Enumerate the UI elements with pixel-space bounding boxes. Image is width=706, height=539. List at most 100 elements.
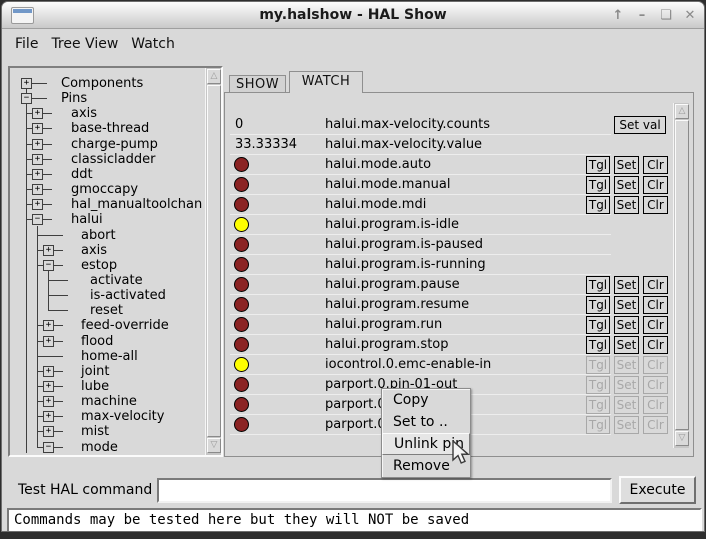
collapse-icon[interactable]: − <box>32 214 43 225</box>
tgl-button[interactable]: Tgl <box>586 176 610 194</box>
tgl-button[interactable]: Tgl <box>586 336 610 354</box>
tab-show[interactable]: SHOW <box>229 75 286 93</box>
tree-scrollbar-thumb[interactable] <box>207 85 221 437</box>
expand-icon[interactable]: + <box>32 139 43 150</box>
pin-name: halui.program.is-idle <box>325 215 459 235</box>
expand-icon[interactable]: + <box>43 366 54 377</box>
tree-item-abort[interactable]: abort <box>10 228 203 243</box>
clr-button[interactable]: Clr <box>643 176 668 194</box>
menu-file[interactable]: File <box>15 36 38 52</box>
set-val-button[interactable]: Set val <box>614 116 666 134</box>
minimize-button[interactable]: – <box>634 8 650 23</box>
menu-tree-view[interactable]: Tree View <box>51 36 118 52</box>
tree-item-classicladder[interactable]: +classicladder <box>10 152 203 167</box>
set-button[interactable]: Set <box>614 156 639 174</box>
watch-scrollbar-thumb[interactable] <box>675 120 689 430</box>
tree-item-components[interactable]: +Components <box>10 76 203 91</box>
expand-icon[interactable]: + <box>43 320 54 331</box>
set-button[interactable]: Set <box>614 316 639 334</box>
shade-button[interactable]: ↑ <box>610 8 626 23</box>
tree-item-home-all[interactable]: home-all <box>10 349 203 364</box>
collapse-icon[interactable]: − <box>43 442 54 453</box>
titlebar[interactable]: my.halshow - HAL Show ↑–❏✕ <box>2 2 704 29</box>
led-indicator-red <box>234 277 249 292</box>
tree-item-lube[interactable]: +lube <box>10 379 203 394</box>
menu-watch[interactable]: Watch <box>131 36 175 52</box>
clr-button[interactable]: Clr <box>643 296 668 314</box>
tree-item-base-thread[interactable]: +base-thread <box>10 121 203 136</box>
watch-row: halui.mode.manualTglSetClr <box>230 175 675 195</box>
expand-icon[interactable]: + <box>32 199 43 210</box>
tree-item-ddt[interactable]: +ddt <box>10 167 203 182</box>
tree-scrollbar[interactable]: △ ▽ <box>205 68 221 455</box>
tree-item-hal_manualtoolchan[interactable]: +hal_manualtoolchan <box>10 197 203 212</box>
led-indicator-red <box>234 337 249 352</box>
clr-button[interactable]: Clr <box>643 196 668 214</box>
expand-icon[interactable]: + <box>43 336 54 347</box>
tree-item-label: halui <box>71 213 103 227</box>
expand-icon[interactable]: + <box>32 108 43 119</box>
tgl-button[interactable]: Tgl <box>586 276 610 294</box>
tab-watch[interactable]: WATCH <box>289 71 363 93</box>
execute-button[interactable]: Execute <box>619 476 696 504</box>
set-button[interactable]: Set <box>614 196 639 214</box>
tree-item-flood[interactable]: +flood <box>10 334 203 349</box>
clr-button[interactable]: Clr <box>643 316 668 334</box>
expand-icon[interactable]: + <box>43 245 54 256</box>
tree-item-mist[interactable]: +mist <box>10 424 203 439</box>
scroll-down-icon[interactable]: ▽ <box>207 438 221 453</box>
tree-item-machine[interactable]: +machine <box>10 394 203 409</box>
expand-icon[interactable]: + <box>32 169 43 180</box>
tree-item-feed-override[interactable]: +feed-override <box>10 318 203 333</box>
context-menu-item-set-to[interactable]: Set to .. <box>382 411 470 433</box>
scroll-up-icon[interactable]: △ <box>675 104 689 119</box>
tree-connector <box>37 235 63 236</box>
tree-item-halui[interactable]: − halui <box>10 212 203 227</box>
set-button[interactable]: Set <box>614 336 639 354</box>
tree-item-label: reset <box>90 304 123 318</box>
tgl-button[interactable]: Tgl <box>586 316 610 334</box>
tree-item-is-activated[interactable]: is-activated <box>10 288 203 303</box>
context-menu-item-copy[interactable]: Copy <box>382 389 470 411</box>
expand-icon[interactable]: + <box>32 154 43 165</box>
expand-icon[interactable]: + <box>43 396 54 407</box>
tgl-button[interactable]: Tgl <box>586 196 610 214</box>
hal-command-input[interactable] <box>157 478 612 503</box>
tree-item-max-velocity[interactable]: +max-velocity <box>10 409 203 424</box>
scroll-down-icon[interactable]: ▽ <box>675 431 689 446</box>
tgl-button[interactable]: Tgl <box>586 156 610 174</box>
tree-item-gmoccapy[interactable]: +gmoccapy <box>10 182 203 197</box>
scroll-up-icon[interactable]: △ <box>207 69 221 84</box>
close-button[interactable]: ✕ <box>682 8 698 23</box>
tree-item-pins[interactable]: −Pins <box>10 91 203 106</box>
clr-button[interactable]: Clr <box>643 336 668 354</box>
tree-item-activate[interactable]: activate <box>10 273 203 288</box>
expand-icon[interactable]: + <box>32 184 43 195</box>
tree-item-charge-pump[interactable]: +charge-pump <box>10 137 203 152</box>
watch-scrollbar[interactable]: △ ▽ <box>673 103 689 448</box>
clr-button[interactable]: Clr <box>643 156 668 174</box>
expand-icon[interactable]: + <box>43 426 54 437</box>
set-button[interactable]: Set <box>614 276 639 294</box>
expand-icon[interactable]: + <box>43 381 54 392</box>
expand-icon[interactable]: + <box>43 411 54 422</box>
set-button[interactable]: Set <box>614 176 639 194</box>
set-button[interactable]: Set <box>614 296 639 314</box>
tree-item-label: abort <box>81 229 116 243</box>
maximize-button[interactable]: ❏ <box>658 8 674 23</box>
collapse-icon[interactable]: − <box>43 260 54 271</box>
tree-item-joint[interactable]: +joint <box>10 364 203 379</box>
tree-item-axis[interactable]: +axis <box>10 243 203 258</box>
tree-item-mode[interactable]: −mode <box>10 440 203 455</box>
tree-item-axis[interactable]: +axis <box>10 106 203 121</box>
tgl-button: Tgl <box>586 416 610 434</box>
tgl-button[interactable]: Tgl <box>586 296 610 314</box>
pin-tree[interactable]: +Components−Pins+axis+base-thread+charge… <box>10 68 203 455</box>
expand-icon[interactable]: + <box>21 78 32 89</box>
watch-row: halui.program.resumeTglSetClr <box>230 295 675 315</box>
tree-item-reset[interactable]: reset <box>10 303 203 318</box>
expand-icon[interactable]: + <box>32 123 43 134</box>
collapse-icon[interactable]: − <box>21 93 32 104</box>
clr-button[interactable]: Clr <box>643 276 668 294</box>
tree-item-estop[interactable]: −estop <box>10 258 203 273</box>
